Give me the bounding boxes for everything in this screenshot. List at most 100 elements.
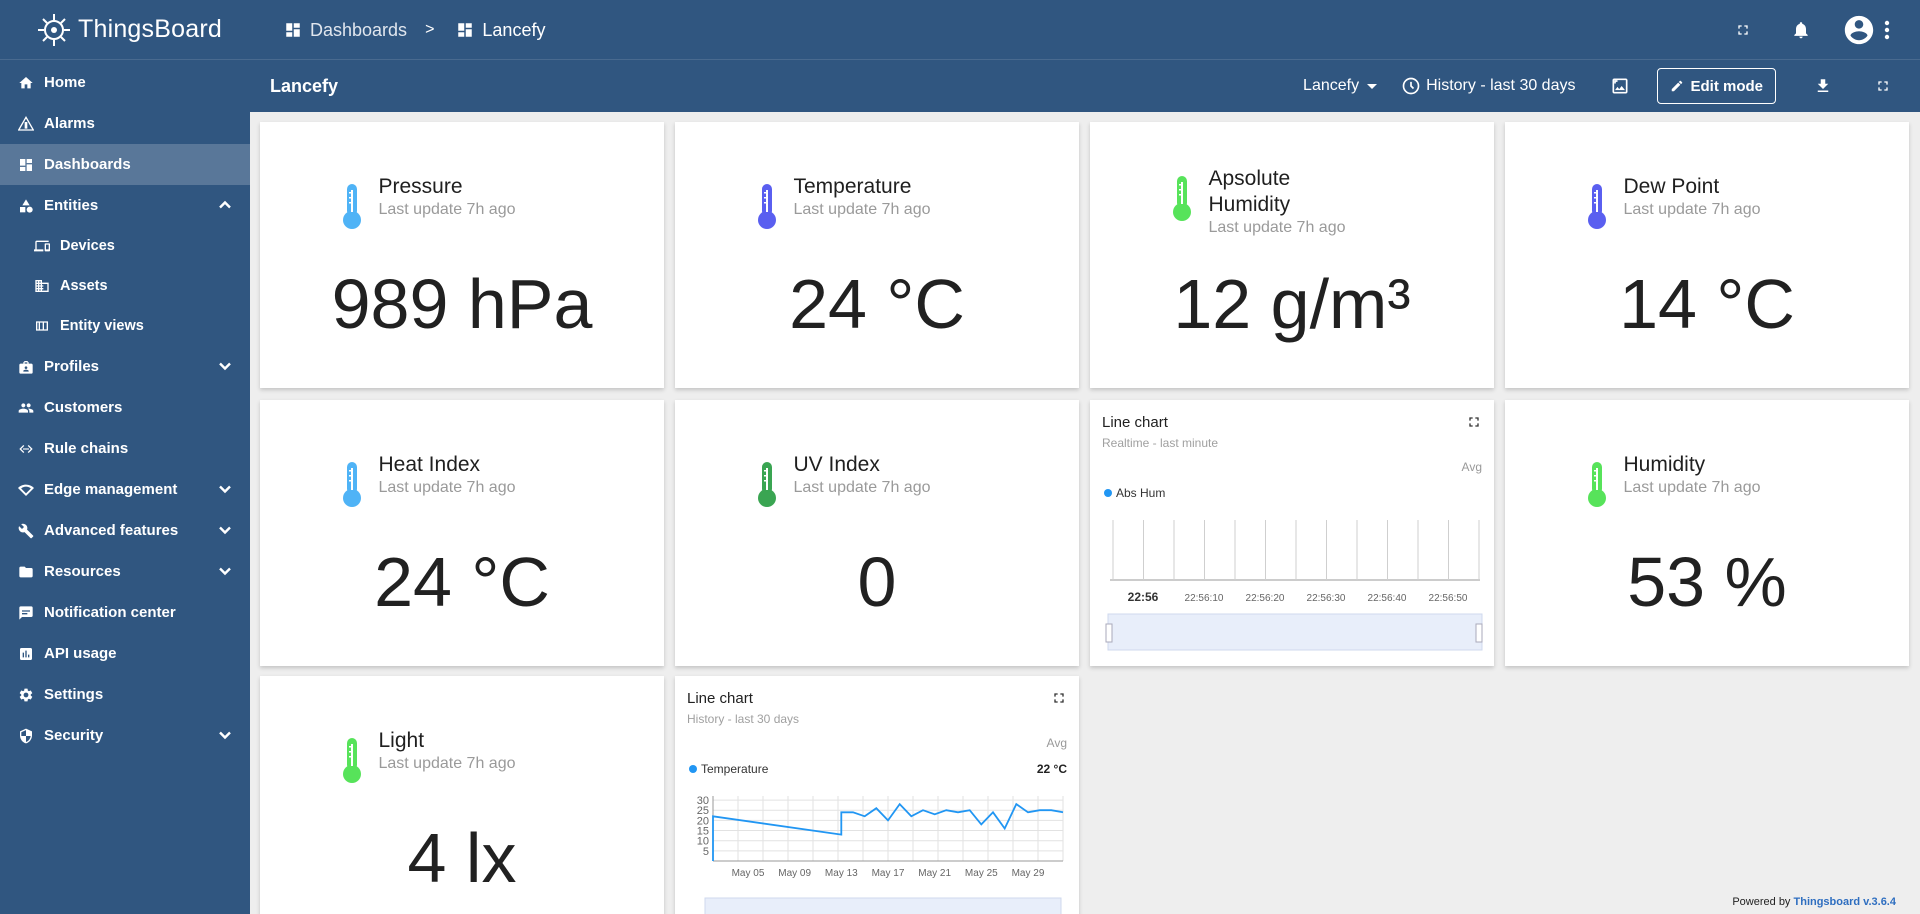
timewindow-label: History - last 30 days (1426, 77, 1576, 94)
sidebar-item-label: Home (44, 74, 86, 91)
chevron-up-icon[interactable] (218, 198, 232, 212)
line-chart-plot: 30252015105May 05 May 09 May 13 May 17 May 2… (697, 795, 1064, 914)
card-value: 989 hPa (331, 265, 593, 343)
value-card-heat-index: Heat Index Last update 7h ago 24 °C (260, 400, 664, 666)
x-tick-label: May 25 (965, 868, 998, 879)
x-tick-label: 22:56:20 (1246, 593, 1285, 604)
sidebar-item-assets[interactable]: Assets (0, 266, 250, 306)
card-value: 24 °C (789, 265, 965, 343)
clock-icon (1402, 77, 1420, 95)
x-tick-label: May 09 (778, 868, 811, 879)
zoom-handle-right (1475, 623, 1483, 643)
image-export-icon[interactable] (1609, 75, 1631, 97)
card-header: UV Index Last update 7h ago (675, 452, 1079, 508)
sidebar-item-alarms[interactable]: Alarms (0, 103, 250, 144)
sidebar-item-rule-chains[interactable]: Rule chains (0, 428, 250, 469)
toolbar-actions: Lancefy History - last 30 days Edit mode (1303, 60, 1920, 112)
more-vertical-icon[interactable] (1882, 19, 1892, 41)
fullscreen-icon[interactable] (1051, 690, 1067, 706)
chevron-down-icon[interactable] (218, 482, 232, 496)
assets-icon (34, 278, 50, 294)
sidebar-item-devices[interactable]: Devices (0, 226, 250, 266)
dashboard-state-select[interactable]: Lancefy (1303, 77, 1378, 95)
card-title: Light (378, 729, 425, 752)
entity-views-icon (34, 318, 50, 334)
last-update-label: Last update 7h ago (1623, 479, 1761, 496)
chart-subtitle: History - last 30 days (687, 712, 800, 726)
sidebar-item-entity-views[interactable]: Entity views (0, 306, 250, 346)
fullscreen-icon[interactable] (1872, 75, 1894, 97)
chart-subtitle: Realtime - last minute (1102, 436, 1219, 450)
line-chart-plot: 22:56 22:56:10 22:56:20 22:56:30 22:56:40 22:… (1105, 520, 1483, 651)
value-card-dew-point: Dew Point Last update 7h ago 14 °C (1505, 122, 1909, 388)
entities-icon (18, 198, 34, 214)
sidebar-item-entities[interactable]: Entities (0, 185, 250, 226)
sidebar-item-notification-center[interactable]: Notification center (0, 592, 250, 633)
last-update-label: Last update 7h ago (378, 201, 516, 218)
x-tick-label: May 29 (1012, 868, 1045, 879)
last-update-label: Last update 7h ago (1208, 219, 1346, 236)
chevron-down-icon[interactable] (218, 564, 232, 578)
x-tick-label: May 13 (825, 868, 858, 879)
thermometer-icon (1588, 184, 1607, 229)
sidebar-item-security[interactable]: Security (0, 715, 250, 756)
timewindow-button[interactable]: History - last 30 days (1401, 76, 1575, 96)
thermometer-icon (1173, 176, 1192, 221)
devices-icon (34, 238, 50, 254)
sidebar-item-label: Entity views (60, 318, 144, 334)
edit-mode-button[interactable]: Edit mode (1657, 68, 1776, 104)
card-title: Temperature (793, 175, 912, 198)
customers-icon (18, 400, 34, 416)
thermometer-icon (1588, 462, 1607, 507)
data-zoom-slider (704, 897, 1062, 914)
fullscreen-icon[interactable] (1466, 414, 1482, 430)
sidebar-item-advanced-features[interactable]: Advanced features (0, 510, 250, 551)
sidebar-item-edge-management[interactable]: Edge management (0, 469, 250, 510)
profiles-icon (18, 359, 34, 375)
account-avatar-icon[interactable] (1842, 13, 1876, 47)
last-update-label: Last update 7h ago (793, 479, 931, 496)
card-header: Humidity Last update 7h ago (1505, 452, 1909, 508)
sidebar-item-settings[interactable]: Settings (0, 674, 250, 715)
thermometer-icon (758, 462, 777, 507)
dashboard-state-label: Lancefy (1303, 77, 1360, 94)
thermometer-icon (758, 184, 777, 229)
sidebar-item-customers[interactable]: Customers (0, 387, 250, 428)
aggregation-label: Avg (1461, 460, 1482, 474)
notifications-bell-icon[interactable] (1790, 19, 1812, 41)
edge-icon (18, 482, 34, 498)
chart-legend-item[interactable]: Temperature (689, 762, 768, 776)
sidebar-item-label: Alarms (44, 115, 95, 132)
chart-legend-item[interactable]: Abs Hum (1104, 486, 1165, 500)
card-value: 14 °C (1619, 265, 1795, 343)
sidebar-item-home[interactable]: Home (0, 62, 250, 103)
version-link[interactable]: Thingsboard v.3.6.4 (1794, 896, 1897, 908)
breadcrumb-dashboards[interactable]: Dashboards (284, 20, 407, 41)
card-title: Pressure (378, 175, 463, 198)
chevron-down-icon[interactable] (218, 359, 232, 373)
download-icon[interactable] (1812, 75, 1834, 97)
sidebar-item-api-usage[interactable]: API usage (0, 633, 250, 674)
chevron-down-icon[interactable] (218, 728, 232, 742)
zoom-handle-left (1105, 623, 1113, 643)
notification-icon (18, 605, 34, 621)
card-title: Heat Index (378, 453, 481, 476)
sidebar-item-label: Settings (44, 686, 104, 703)
sidebar-item-dashboards[interactable]: Dashboards (0, 144, 250, 185)
fullscreen-icon[interactable] (1732, 19, 1754, 41)
last-update-label: Last update 7h ago (793, 201, 931, 218)
legend-label: Abs Hum (1116, 486, 1166, 500)
card-title-line: Apsolute (1208, 167, 1291, 190)
sidebar-item-label: Advanced features (44, 522, 179, 539)
sidebar-item-label: Assets (60, 278, 108, 294)
chevron-down-icon[interactable] (218, 523, 232, 537)
value-card-pressure: Pressure Last update 7h ago 989 hPa (260, 122, 664, 388)
sidebar-item-profiles[interactable]: Profiles (0, 346, 250, 387)
logo[interactable]: ThingsBoard (0, 0, 250, 60)
card-header: Apsolute Humidity Last update 7h ago (1090, 166, 1494, 238)
sidebar-item-resources[interactable]: Resources (0, 551, 250, 592)
breadcrumb-current: Lancefy (456, 20, 545, 41)
breadcrumb-current-label: Lancefy (482, 19, 546, 40)
sidebar: ThingsBoard Home Alarms Dashboards Entities… (0, 0, 250, 914)
rule-chains-icon (18, 441, 34, 457)
